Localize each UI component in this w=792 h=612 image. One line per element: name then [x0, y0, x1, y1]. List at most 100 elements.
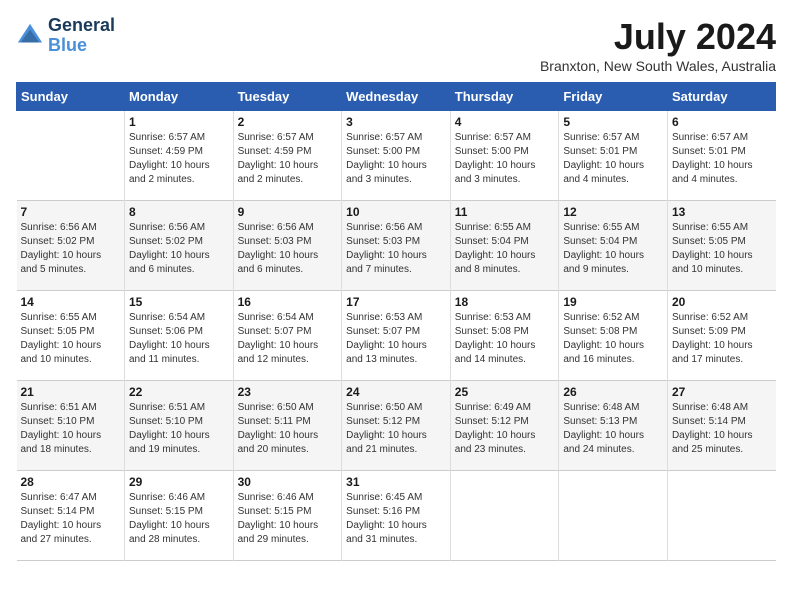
calendar-cell: 26 Sunrise: 6:48 AM Sunset: 5:13 PM Dayli…	[559, 381, 668, 471]
calendar-cell: 27 Sunrise: 6:48 AM Sunset: 5:14 PM Dayli…	[667, 381, 775, 471]
day-info: Sunrise: 6:56 AM Sunset: 5:02 PM Dayligh…	[21, 221, 120, 277]
day-info: Sunrise: 6:51 AM Sunset: 5:10 PM Dayligh…	[129, 401, 229, 457]
day-number: 6	[672, 115, 772, 129]
day-number: 11	[455, 205, 555, 219]
day-number: 30	[238, 475, 338, 489]
day-number: 5	[563, 115, 663, 129]
day-number: 3	[346, 115, 446, 129]
calendar-cell: 8 Sunrise: 6:56 AM Sunset: 5:02 PM Daylig…	[124, 201, 233, 291]
calendar-cell: 17 Sunrise: 6:53 AM Sunset: 5:07 PM Dayli…	[342, 291, 451, 381]
calendar-cell: 6 Sunrise: 6:57 AM Sunset: 5:01 PM Daylig…	[667, 111, 775, 201]
day-number: 8	[129, 205, 229, 219]
day-number: 23	[238, 385, 338, 399]
day-info: Sunrise: 6:51 AM Sunset: 5:10 PM Dayligh…	[21, 401, 120, 457]
day-header-wednesday: Wednesday	[342, 83, 451, 111]
day-info: Sunrise: 6:57 AM Sunset: 5:01 PM Dayligh…	[563, 131, 663, 187]
days-header-row: SundayMondayTuesdayWednesdayThursdayFrid…	[17, 83, 776, 111]
day-info: Sunrise: 6:46 AM Sunset: 5:15 PM Dayligh…	[129, 491, 229, 547]
day-number: 17	[346, 295, 446, 309]
day-header-friday: Friday	[559, 83, 668, 111]
logo-icon	[16, 22, 44, 50]
day-info: Sunrise: 6:55 AM Sunset: 5:04 PM Dayligh…	[455, 221, 555, 277]
day-number: 9	[238, 205, 338, 219]
day-info: Sunrise: 6:54 AM Sunset: 5:06 PM Dayligh…	[129, 311, 229, 367]
calendar-cell: 21 Sunrise: 6:51 AM Sunset: 5:10 PM Dayli…	[17, 381, 125, 471]
day-number: 10	[346, 205, 446, 219]
logo-text-line2: Blue	[48, 36, 115, 56]
calendar-cell: 18Sunrise: 6:53 AM Sunset: 5:08 PM Dayli…	[450, 291, 559, 381]
day-info: Sunrise: 6:46 AM Sunset: 5:15 PM Dayligh…	[238, 491, 338, 547]
calendar-week-2: 7 Sunrise: 6:56 AM Sunset: 5:02 PM Daylig…	[17, 201, 776, 291]
day-number: 28	[21, 475, 120, 489]
day-number: 13	[672, 205, 772, 219]
calendar-cell: 29Sunrise: 6:46 AM Sunset: 5:15 PM Dayli…	[124, 471, 233, 561]
day-info: Sunrise: 6:55 AM Sunset: 5:05 PM Dayligh…	[672, 221, 772, 277]
day-info: Sunrise: 6:57 AM Sunset: 4:59 PM Dayligh…	[238, 131, 338, 187]
calendar-cell: 19 Sunrise: 6:52 AM Sunset: 5:08 PM Dayli…	[559, 291, 668, 381]
calendar-cell: 1 Sunrise: 6:57 AM Sunset: 4:59 PM Daylig…	[124, 111, 233, 201]
day-info: Sunrise: 6:55 AM Sunset: 5:05 PM Dayligh…	[21, 311, 120, 367]
day-number: 16	[238, 295, 338, 309]
calendar-cell: 13 Sunrise: 6:55 AM Sunset: 5:05 PM Dayli…	[667, 201, 775, 291]
calendar-cell: 2 Sunrise: 6:57 AM Sunset: 4:59 PM Daylig…	[233, 111, 342, 201]
calendar-cell: 30 Sunrise: 6:46 AM Sunset: 5:15 PM Dayli…	[233, 471, 342, 561]
calendar-week-1: 1 Sunrise: 6:57 AM Sunset: 4:59 PM Daylig…	[17, 111, 776, 201]
day-number: 24	[346, 385, 446, 399]
calendar-week-3: 14 Sunrise: 6:55 AM Sunset: 5:05 PM Dayli…	[17, 291, 776, 381]
day-header-thursday: Thursday	[450, 83, 559, 111]
day-info: Sunrise: 6:49 AM Sunset: 5:12 PM Dayligh…	[455, 401, 555, 457]
calendar-cell	[17, 111, 125, 201]
calendar-cell: 31 Sunrise: 6:45 AM Sunset: 5:16 PM Dayli…	[342, 471, 451, 561]
day-number: 22	[129, 385, 229, 399]
day-info: Sunrise: 6:53 AM Sunset: 5:08 PM Dayligh…	[455, 311, 555, 367]
calendar-cell	[450, 471, 559, 561]
calendar-cell	[559, 471, 668, 561]
calendar-cell: 10 Sunrise: 6:56 AM Sunset: 5:03 PM Dayli…	[342, 201, 451, 291]
day-header-sunday: Sunday	[17, 83, 125, 111]
calendar-cell: 7 Sunrise: 6:56 AM Sunset: 5:02 PM Daylig…	[17, 201, 125, 291]
calendar-cell: 12Sunrise: 6:55 AM Sunset: 5:04 PM Dayli…	[559, 201, 668, 291]
day-info: Sunrise: 6:52 AM Sunset: 5:08 PM Dayligh…	[563, 311, 663, 367]
calendar-body: 1 Sunrise: 6:57 AM Sunset: 4:59 PM Daylig…	[17, 111, 776, 561]
calendar-cell: 28Sunrise: 6:47 AM Sunset: 5:14 PM Dayli…	[17, 471, 125, 561]
day-number: 19	[563, 295, 663, 309]
day-header-monday: Monday	[124, 83, 233, 111]
calendar-cell: 14 Sunrise: 6:55 AM Sunset: 5:05 PM Dayli…	[17, 291, 125, 381]
day-number: 27	[672, 385, 772, 399]
day-info: Sunrise: 6:57 AM Sunset: 5:01 PM Dayligh…	[672, 131, 772, 187]
logo: General Blue	[16, 16, 115, 56]
calendar-week-4: 21 Sunrise: 6:51 AM Sunset: 5:10 PM Dayli…	[17, 381, 776, 471]
day-info: Sunrise: 6:56 AM Sunset: 5:03 PM Dayligh…	[346, 221, 446, 277]
day-number: 4	[455, 115, 555, 129]
day-info: Sunrise: 6:48 AM Sunset: 5:14 PM Dayligh…	[672, 401, 772, 457]
calendar-table: SundayMondayTuesdayWednesdayThursdayFrid…	[16, 82, 776, 561]
day-number: 21	[21, 385, 120, 399]
day-number: 1	[129, 115, 229, 129]
day-info: Sunrise: 6:48 AM Sunset: 5:13 PM Dayligh…	[563, 401, 663, 457]
calendar-cell: 22 Sunrise: 6:51 AM Sunset: 5:10 PM Dayli…	[124, 381, 233, 471]
calendar-week-5: 28Sunrise: 6:47 AM Sunset: 5:14 PM Dayli…	[17, 471, 776, 561]
day-header-tuesday: Tuesday	[233, 83, 342, 111]
day-info: Sunrise: 6:56 AM Sunset: 5:02 PM Dayligh…	[129, 221, 229, 277]
day-number: 26	[563, 385, 663, 399]
calendar-cell: 16Sunrise: 6:54 AM Sunset: 5:07 PM Dayli…	[233, 291, 342, 381]
day-number: 12	[563, 205, 663, 219]
day-number: 14	[21, 295, 120, 309]
day-info: Sunrise: 6:50 AM Sunset: 5:11 PM Dayligh…	[238, 401, 338, 457]
calendar-header: SundayMondayTuesdayWednesdayThursdayFrid…	[17, 83, 776, 111]
calendar-cell: 3 Sunrise: 6:57 AM Sunset: 5:00 PM Daylig…	[342, 111, 451, 201]
day-info: Sunrise: 6:45 AM Sunset: 5:16 PM Dayligh…	[346, 491, 446, 547]
calendar-cell: 4Sunrise: 6:57 AM Sunset: 5:00 PM Daylig…	[450, 111, 559, 201]
day-info: Sunrise: 6:57 AM Sunset: 5:00 PM Dayligh…	[346, 131, 446, 187]
month-year-title: July 2024	[540, 16, 776, 58]
day-number: 31	[346, 475, 446, 489]
day-info: Sunrise: 6:57 AM Sunset: 4:59 PM Dayligh…	[129, 131, 229, 187]
day-number: 15	[129, 295, 229, 309]
day-number: 2	[238, 115, 338, 129]
day-number: 7	[21, 205, 120, 219]
calendar-cell: 11 Sunrise: 6:55 AM Sunset: 5:04 PM Dayli…	[450, 201, 559, 291]
calendar-cell: 24Sunrise: 6:50 AM Sunset: 5:12 PM Dayli…	[342, 381, 451, 471]
title-block: July 2024 Branxton, New South Wales, Aus…	[540, 16, 776, 74]
day-info: Sunrise: 6:53 AM Sunset: 5:07 PM Dayligh…	[346, 311, 446, 367]
calendar-cell: 20Sunrise: 6:52 AM Sunset: 5:09 PM Dayli…	[667, 291, 775, 381]
